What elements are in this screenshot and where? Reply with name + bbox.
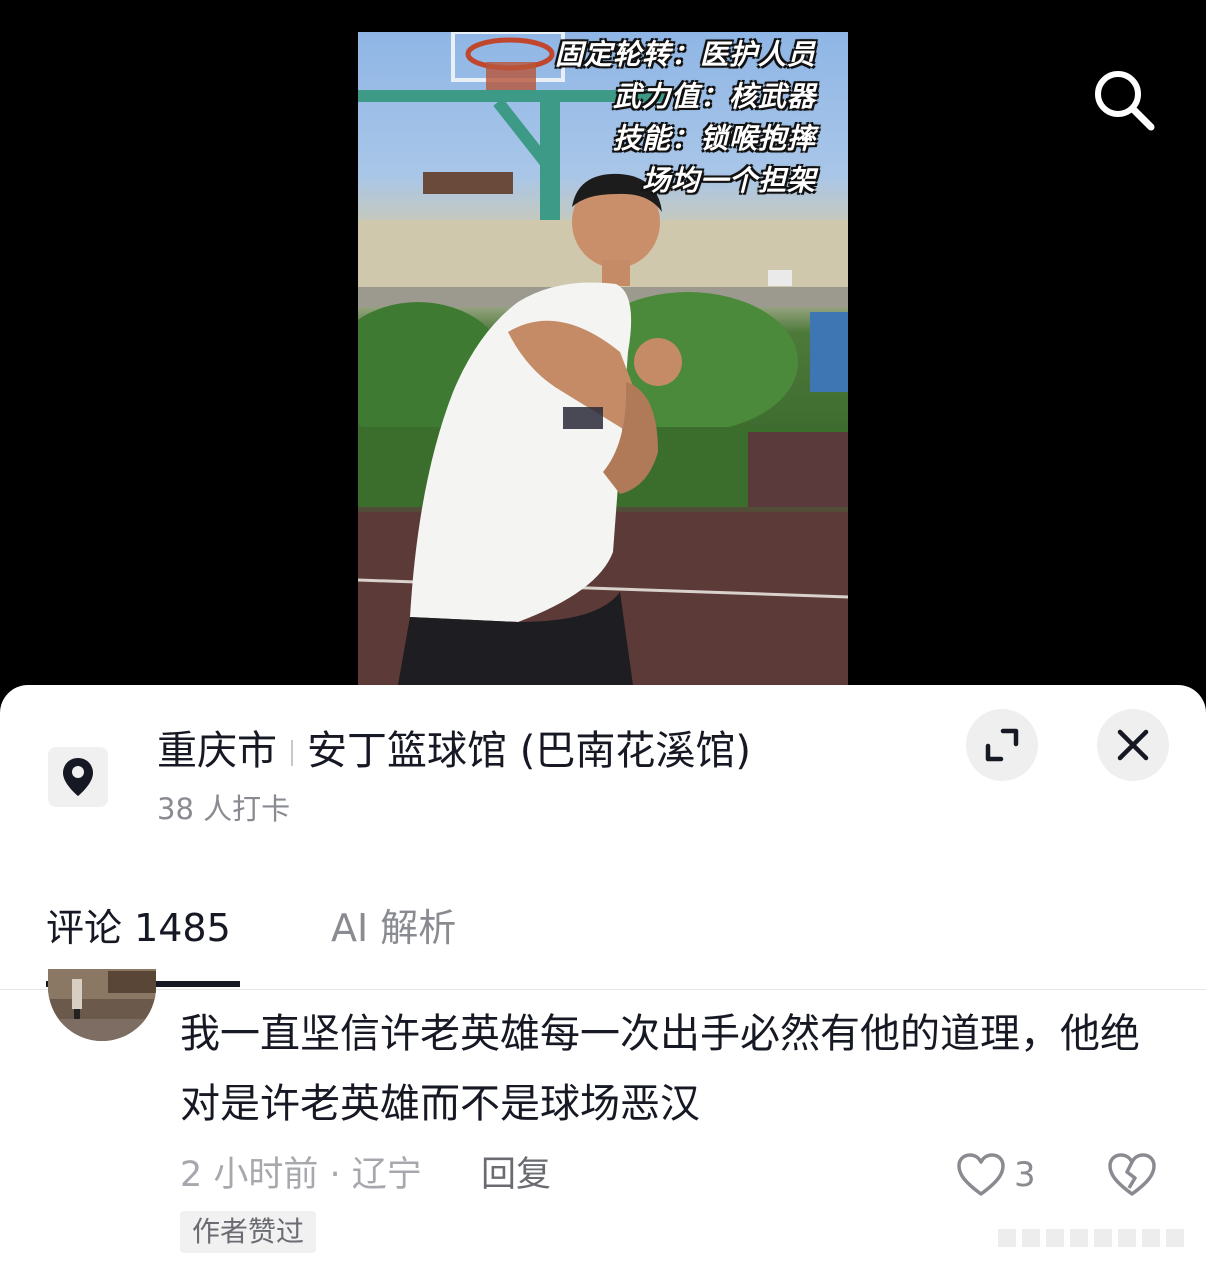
overlay-line: 技能：锁喉抱摔 [612, 122, 816, 155]
location-title: 重庆市 安丁篮球馆 (巴南花溪馆) [157, 725, 751, 777]
watermark [998, 1229, 1184, 1247]
tab-ai-analysis[interactable]: AI 解析 [331, 903, 456, 953]
expand-button[interactable] [966, 709, 1038, 781]
expand-icon [985, 728, 1019, 762]
location-city: 重庆市 [157, 728, 277, 774]
close-button[interactable] [1097, 709, 1169, 781]
overlay-line: 场均一个担架 [641, 164, 816, 197]
author-liked-badge: 作者赞过 [180, 1211, 317, 1253]
avatar[interactable] [48, 969, 156, 1041]
reply-button[interactable]: 回复 [481, 1151, 551, 1199]
close-icon [1117, 729, 1149, 761]
video-area[interactable]: 固定轮转：医护人员 武力值：核武器 技能：锁喉抱摔 场均一个担架 [0, 0, 1206, 700]
comment-sheet: 重庆市 安丁篮球馆 (巴南花溪馆) 38 人打卡 评论 1485 AI 解析 我… [0, 685, 1206, 1261]
like-button[interactable]: 3 [956, 1149, 1036, 1201]
divider [291, 740, 293, 766]
like-count: 3 [1014, 1155, 1036, 1195]
overlay-line: 武力值：核武器 [612, 80, 816, 113]
comment-item: 我一直坚信许老英雄每一次出手必然有他的道理，他绝对是许老英雄而不是球场恶汉 2 … [0, 969, 1206, 1261]
location-venue: 安丁篮球馆 (巴南花溪馆) [307, 728, 751, 774]
comment-meta: 2 小时前 · 辽宁 [180, 1155, 422, 1195]
video-caption-overlay: 固定轮转：医护人员 武力值：核武器 技能：锁喉抱摔 场均一个担架 [555, 34, 816, 202]
tab-bar: 评论 1485 AI 解析 [0, 885, 1206, 990]
search-button[interactable] [1086, 62, 1162, 138]
location-checkins: 38 人打卡 [157, 792, 291, 826]
comment-text: 我一直坚信许老英雄每一次出手必然有他的道理，他绝对是许老英雄而不是球场恶汉 [180, 1011, 1140, 1127]
map-pin-icon [48, 747, 108, 807]
tab-comments[interactable]: 评论 1485 [46, 903, 231, 953]
heart-icon [957, 1153, 1005, 1196]
overlay-line: 固定轮转：医护人员 [554, 38, 816, 71]
broken-heart-icon [1108, 1153, 1156, 1196]
video-frame[interactable]: 固定轮转：医护人员 武力值：核武器 技能：锁喉抱摔 场均一个担架 [358, 32, 848, 685]
dislike-button[interactable] [1106, 1149, 1158, 1201]
search-icon [1095, 71, 1155, 131]
